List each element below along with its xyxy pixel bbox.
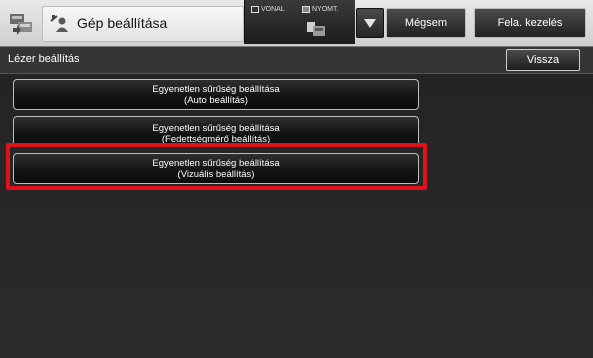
option-auto-adjust-button[interactable]: Egyenetlen sűrűség beállítása (Auto beál… bbox=[13, 79, 419, 110]
sub-header: Lézer beállítás bbox=[0, 47, 593, 74]
selection-highlight bbox=[6, 143, 427, 190]
option-line1: Egyenetlen sűrűség beállítása bbox=[152, 83, 280, 95]
vonal-indicator: VONAL bbox=[251, 6, 285, 13]
vonal-label: VONAL bbox=[261, 6, 285, 13]
nyomt-checkbox-icon bbox=[302, 6, 310, 13]
status-panel: VONAL NYOMT. bbox=[244, 0, 355, 44]
top-bar: Gép beállítása VONAL NYOMT. Mégsem Fela.… bbox=[0, 0, 593, 47]
printer-icon bbox=[305, 20, 327, 38]
option-line2: (Auto beállítás) bbox=[184, 94, 248, 106]
nyomt-label: NYOMT. bbox=[312, 6, 339, 13]
back-button[interactable]: Vissza bbox=[506, 49, 580, 71]
page-title: Gép beállítása bbox=[77, 15, 168, 31]
section-title: Lézer beállítás bbox=[8, 53, 80, 65]
nyomt-indicator: NYOMT. bbox=[302, 6, 338, 13]
option-line1: Egyenetlen sűrűség beállítása bbox=[152, 122, 280, 134]
dropdown-button[interactable] bbox=[356, 8, 384, 38]
release-control-button[interactable]: Fela. kezelés bbox=[474, 8, 586, 38]
cancel-button[interactable]: Mégsem bbox=[386, 8, 466, 38]
vonal-checkbox-icon bbox=[251, 6, 259, 13]
title-panel: Gép beállítása bbox=[42, 6, 244, 42]
triangle-down-icon bbox=[364, 18, 376, 28]
user-settings-icon bbox=[49, 13, 69, 33]
machine-settings-icon[interactable] bbox=[8, 10, 34, 36]
